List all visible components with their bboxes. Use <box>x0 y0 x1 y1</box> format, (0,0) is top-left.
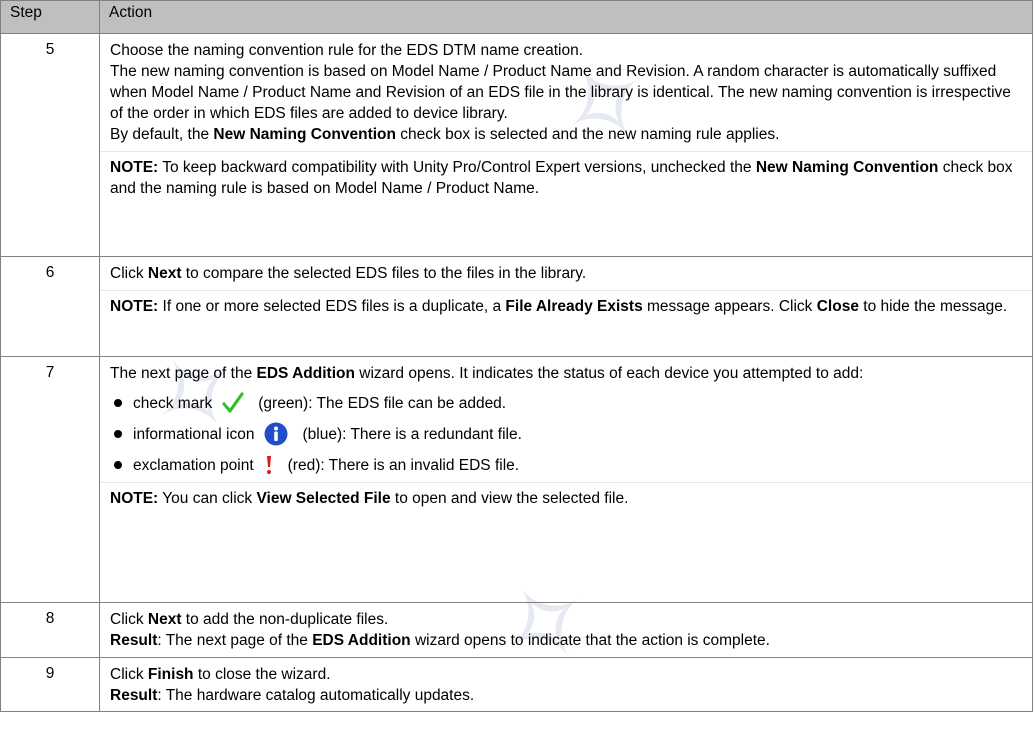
table-row: 5 Choose the naming convention rule for … <box>0 33 1033 257</box>
table-row: 9 Click Finish to close the wizard. Resu… <box>0 657 1033 712</box>
info-icon <box>264 422 288 446</box>
table-header-row: Step Action <box>0 0 1033 34</box>
action-column-header: Action <box>99 0 1033 34</box>
step-number: 9 <box>0 657 100 712</box>
ui-term: EDS Addition <box>256 365 355 382</box>
ui-term: New Naming Convention <box>755 159 939 176</box>
ui-term: View Selected File <box>256 490 391 507</box>
action-text: The new naming convention is based on Mo… <box>110 63 1011 122</box>
step-column-header: Step <box>0 0 100 34</box>
table-row: 8 Click Next to add the non-duplicate fi… <box>0 602 1033 658</box>
table-row: 7 The next page of the EDS Addition wiza… <box>0 356 1033 603</box>
ui-term: EDS Addition <box>312 632 411 649</box>
action-cell: Click Next to add the non-duplicate file… <box>99 602 1033 658</box>
step-number: 8 <box>0 602 100 658</box>
steps-table: Step Action 5 Choose the naming conventi… <box>0 0 1033 712</box>
ui-term: Close <box>816 298 859 315</box>
result-label: Result <box>110 632 158 649</box>
action-text: By default, the New Naming Convention ch… <box>110 126 780 143</box>
list-item: exclamation point (red): There is an inv… <box>114 454 1023 476</box>
list-item: check mark (green): The EDS file can be … <box>114 392 1023 414</box>
result-label: Result <box>110 687 158 704</box>
bullet-icon <box>114 399 122 407</box>
note-text: NOTE: To keep backward compatibility wit… <box>110 159 1013 197</box>
bullet-icon <box>114 461 122 469</box>
list-item: informational icon (blue): There is a re… <box>114 422 1023 446</box>
note-label: NOTE: <box>110 159 159 176</box>
step-number: 6 <box>0 256 100 357</box>
bullet-icon <box>114 430 122 438</box>
ui-term: New Naming Convention <box>213 126 396 143</box>
action-cell: The next page of the EDS Addition wizard… <box>99 356 1033 603</box>
action-text: The next page of the EDS Addition wizard… <box>110 365 864 382</box>
note-section: NOTE: If one or more selected EDS files … <box>100 290 1032 317</box>
note-section: NOTE: To keep backward compatibility wit… <box>100 151 1032 199</box>
result-text: Result: The next page of the EDS Additio… <box>110 632 770 649</box>
note-text: NOTE: You can click View Selected File t… <box>110 490 629 507</box>
step-number: 7 <box>0 356 100 603</box>
action-text: Choose the naming convention rule for th… <box>110 42 583 59</box>
action-cell: Click Finish to close the wizard. Result… <box>99 657 1033 712</box>
action-cell: Choose the naming convention rule for th… <box>99 33 1033 257</box>
action-text: Click Next to compare the selected EDS f… <box>110 265 587 282</box>
note-text: NOTE: If one or more selected EDS files … <box>110 298 1008 315</box>
ui-term: Next <box>147 611 182 628</box>
note-section: NOTE: You can click View Selected File t… <box>100 482 1032 509</box>
note-label: NOTE: <box>110 490 159 507</box>
note-label: NOTE: <box>110 298 159 315</box>
action-text: Click Next to add the non-duplicate file… <box>110 611 389 628</box>
action-cell: Click Next to compare the selected EDS f… <box>99 256 1033 357</box>
action-text: Click Finish to close the wizard. <box>110 666 331 683</box>
ui-term: Next <box>147 265 182 282</box>
check-icon <box>222 392 244 414</box>
step-number: 5 <box>0 33 100 257</box>
result-text: Result: The hardware catalog automatical… <box>110 687 475 704</box>
table-row: 6 Click Next to compare the selected EDS… <box>0 256 1033 357</box>
exclamation-icon <box>264 454 274 476</box>
ui-term: Finish <box>147 666 194 683</box>
ui-term: File Already Exists <box>505 298 643 315</box>
